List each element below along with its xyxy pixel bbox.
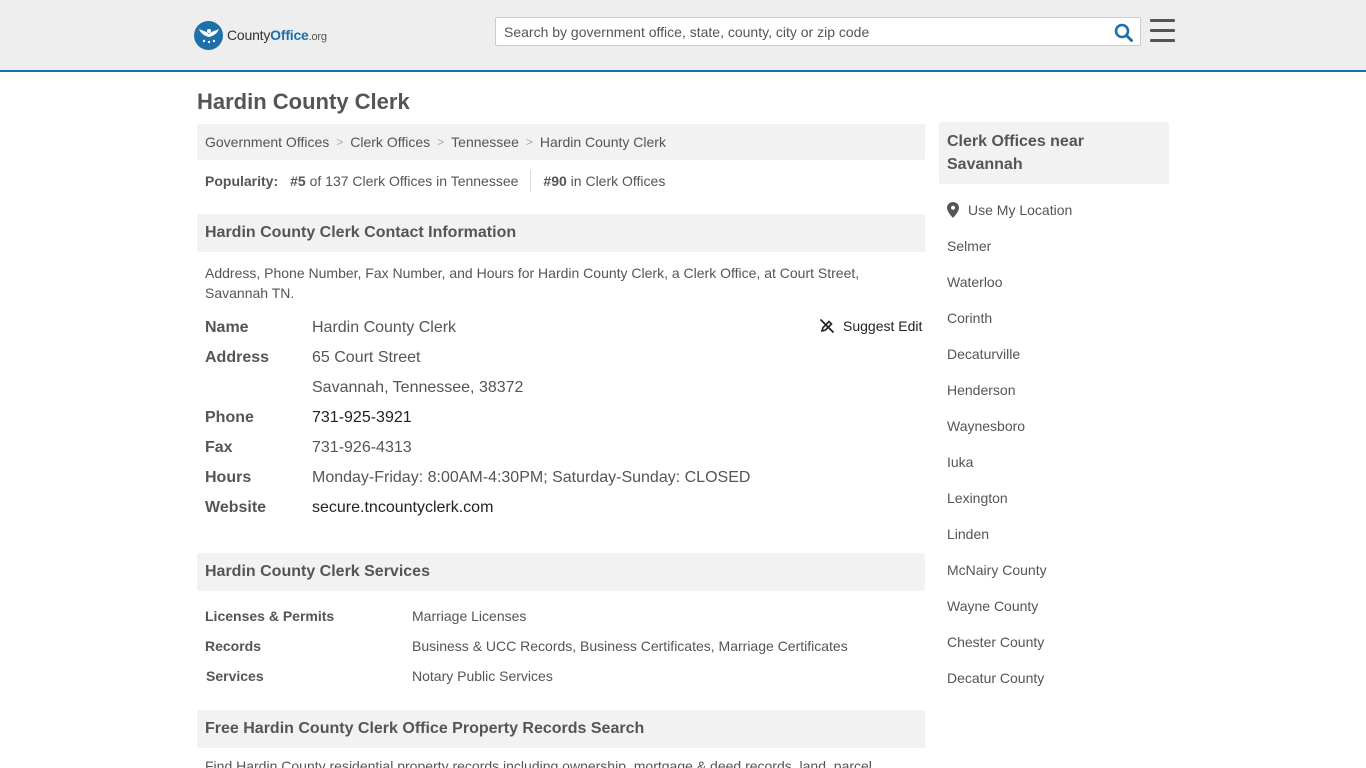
city-link[interactable]: Wayne County	[947, 598, 1038, 614]
breadcrumb-clerk-offices[interactable]: Clerk Offices	[350, 134, 430, 150]
popularity-label: Popularity:	[205, 173, 279, 189]
popularity-bar: Popularity: #5 of 137 Clerk Offices in T…	[205, 170, 666, 192]
national-rank-text: in Clerk Offices	[570, 173, 666, 189]
suggest-edit[interactable]: Suggest Edit	[819, 318, 922, 334]
sidebar-city-waynesboro[interactable]: Waynesboro	[947, 416, 1025, 436]
sidebar-city-selmer[interactable]: Selmer	[947, 236, 991, 256]
city-link[interactable]: Selmer	[947, 238, 991, 254]
logo-text: CountyOffice.org	[227, 27, 327, 43]
sidebar-city-corinth[interactable]: Corinth	[947, 308, 992, 328]
sidebar-city-decatur-county[interactable]: Decatur County	[947, 668, 1044, 688]
services-heading: Hardin County Clerk Services	[197, 553, 925, 591]
breadcrumb-tennessee[interactable]: Tennessee	[451, 134, 519, 150]
popularity-divider	[530, 170, 532, 192]
map-pin-icon	[947, 202, 959, 218]
contact-value: Savannah, Tennessee, 38372	[312, 379, 524, 396]
hamburger-menu-icon[interactable]	[1150, 19, 1175, 42]
property-description: Find Hardin County residential property …	[205, 758, 872, 768]
sidebar-city-linden[interactable]: Linden	[947, 524, 989, 544]
use-location-item[interactable]: Use My Location	[947, 200, 1072, 220]
national-rank: #90	[543, 173, 567, 189]
sidebar-city-decaturville[interactable]: Decaturville	[947, 344, 1020, 364]
contact-label: Website	[205, 499, 267, 516]
sidebar-city-henderson[interactable]: Henderson	[947, 380, 1016, 400]
contact-value: 65 Court Street	[312, 349, 421, 366]
top-bar: CountyOffice.org	[0, 0, 1366, 72]
suggest-edit-link[interactable]: Suggest Edit	[843, 318, 922, 334]
sidebar-city-lexington[interactable]: Lexington	[947, 488, 1008, 508]
services-label: Records	[205, 638, 262, 654]
contact-label: Phone	[205, 409, 254, 426]
services-value: Marriage Licenses	[412, 608, 527, 624]
services-value: Notary Public Services	[412, 668, 553, 684]
contact-heading: Hardin County Clerk Contact Information	[197, 214, 925, 252]
chevron-right-icon: >	[525, 135, 533, 149]
contact-value: Monday-Friday: 8:00AM-4:30PM; Saturday-S…	[312, 469, 751, 486]
search-icon[interactable]	[1112, 21, 1134, 43]
city-link[interactable]: Linden	[947, 526, 989, 542]
search-box	[495, 17, 1141, 46]
city-link[interactable]: McNairy County	[947, 562, 1047, 578]
sidebar-heading: Clerk Offices near Savannah	[939, 122, 1169, 184]
site-logo[interactable]: CountyOffice.org	[194, 20, 327, 50]
city-link[interactable]: Waynesboro	[947, 418, 1025, 434]
sidebar-city-chester-county[interactable]: Chester County	[947, 632, 1044, 652]
city-link[interactable]: Chester County	[947, 634, 1044, 650]
edit-off-icon	[819, 318, 835, 334]
services-label: Licenses & Permits	[205, 608, 335, 624]
breadcrumb-government-offices[interactable]: Government Offices	[205, 134, 329, 150]
contact-label: Hours	[205, 469, 252, 486]
services-label: Services	[206, 668, 264, 684]
contact-description: Address, Phone Number, Fax Number, and H…	[205, 265, 860, 301]
city-link[interactable]: Iuka	[947, 454, 973, 470]
contact-label: Address	[205, 349, 270, 366]
website-link[interactable]: secure.tncountyclerk.com	[312, 499, 493, 516]
sidebar-city-iuka[interactable]: Iuka	[947, 452, 973, 472]
phone-link[interactable]: 731-925-3921	[312, 409, 412, 426]
search-input[interactable]	[496, 18, 1096, 45]
city-link[interactable]: Decatur County	[947, 670, 1044, 686]
sidebar-city-waterloo[interactable]: Waterloo	[947, 272, 1003, 292]
page-title: Hardin County Clerk	[197, 89, 410, 114]
city-link[interactable]: Decaturville	[947, 346, 1020, 362]
contact-value: Hardin County Clerk	[312, 319, 457, 336]
sidebar-city-mcnairy-county[interactable]: McNairy County	[947, 560, 1047, 580]
city-link[interactable]: Lexington	[947, 490, 1008, 506]
contact-label: Name	[205, 319, 249, 336]
contact-value: 731-925-3921	[312, 408, 412, 428]
breadcrumb: Government Offices > Clerk Offices > Ten…	[197, 124, 925, 160]
contact-label: Fax	[205, 439, 233, 456]
city-link[interactable]: Waterloo	[947, 274, 1003, 290]
breadcrumb-current: Hardin County Clerk	[539, 134, 666, 150]
contact-value: secure.tncountyclerk.com	[312, 498, 493, 518]
property-heading: Free Hardin County Clerk Office Property…	[197, 710, 925, 748]
use-location-link[interactable]: Use My Location	[968, 200, 1072, 220]
city-link[interactable]: Henderson	[947, 382, 1016, 398]
city-link[interactable]: Corinth	[947, 310, 992, 326]
services-value: Business & UCC Records, Business Certifi…	[412, 638, 848, 654]
chevron-right-icon: >	[437, 135, 445, 149]
state-rank: #5	[290, 173, 306, 189]
sidebar-city-wayne-county[interactable]: Wayne County	[947, 596, 1038, 616]
chevron-right-icon: >	[336, 135, 344, 149]
eagle-seal-icon	[194, 20, 223, 50]
state-rank-text: of 137 Clerk Offices in Tennessee	[309, 173, 519, 189]
contact-value: 731-926-4313	[312, 439, 412, 456]
